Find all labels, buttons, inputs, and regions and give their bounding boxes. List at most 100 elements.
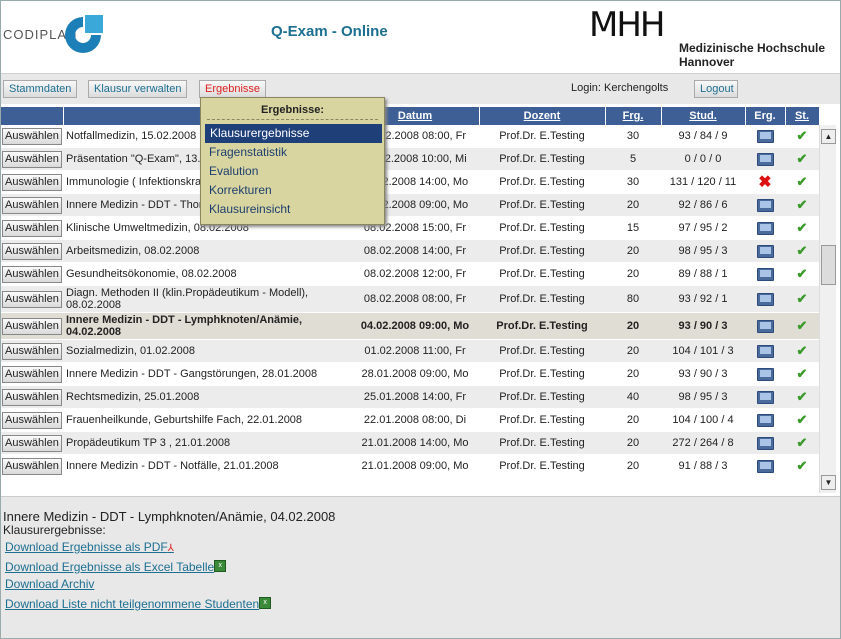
table-row[interactable]: Auswählen Arbeitsmedizin, 08.02.2008 08.02… [1,239,819,263]
table-row[interactable]: Auswählen Notfallmedizin, 15.02.2008 15.02… [1,125,819,148]
monitor-icon[interactable] [756,413,774,427]
results-cell[interactable] [745,454,785,478]
table-row[interactable]: Auswählen Präsentation "Q-Exam", 13.02.20… [1,147,819,171]
results-cell[interactable] [745,312,785,340]
klausur-verwalten-button[interactable]: Klausur verwalten [88,80,188,98]
monitor-icon[interactable] [756,459,774,473]
table-row[interactable]: Auswählen Diagn. Methoden II (klin.Propäd… [1,285,819,313]
monitor-icon[interactable] [756,344,774,358]
select-cell: Auswählen [1,239,63,263]
table-row[interactable]: Auswählen Innere Medizin - DDT - Notfälle… [1,454,819,478]
header-st[interactable]: St. [785,107,819,125]
monitor-icon[interactable] [756,198,774,212]
table-row[interactable]: Auswählen Frauenheilkunde, Geburtshilfe F… [1,408,819,432]
select-button[interactable]: Auswählen [2,265,62,283]
status-cell: ✔ [785,385,819,409]
nav-bar: Stammdaten Klausur verwalten Ergebnisse … [1,73,840,104]
scroll-down-icon[interactable]: ▼ [821,475,836,490]
exam-name: Rechtsmedizin, 25.01.2008 [63,385,351,409]
scroll-up-icon[interactable]: ▲ [821,129,836,144]
select-button[interactable]: Auswählen [2,242,62,260]
download-archiv-link[interactable]: Download Archiv [5,577,94,591]
results-cell[interactable] [745,125,785,148]
ergebnisse-button[interactable]: Ergebnisse [199,80,267,98]
select-button[interactable]: Auswählen [2,388,62,406]
results-cell[interactable] [745,193,785,217]
select-button[interactable]: Auswählen [2,317,62,335]
menu-item-evalution[interactable]: Evalution [201,162,384,181]
monitor-icon[interactable] [756,244,774,258]
table-row[interactable]: Auswählen Innere Medizin - DDT - Gangstör… [1,362,819,386]
table-scrollbar[interactable]: ▲ ▼ [819,125,836,493]
results-cell[interactable] [745,408,785,432]
header-stud[interactable]: Stud. [661,107,746,125]
exam-date: 21.01.2008 09:00, Mo [351,454,479,478]
table-row[interactable]: Auswählen Gesundheitsökonomie, 08.02.2008… [1,262,819,286]
scroll-thumb[interactable] [821,245,836,285]
no-results-x-icon[interactable]: ✖ [758,174,771,191]
excel-icon: x [259,597,272,609]
codiplan-logo-icon [65,15,103,53]
select-button[interactable]: Auswählen [2,150,62,168]
student-count: 131 / 120 / 11 [661,170,745,194]
table-row[interactable]: Auswählen Innere Medizin - DDT - Lymphkno… [1,312,819,340]
results-cell[interactable] [745,431,785,455]
header-dozent[interactable]: Dozent [479,107,606,125]
menu-item-korrekturen[interactable]: Korrekturen [201,181,384,200]
question-count: 20 [605,339,661,363]
results-cell[interactable] [745,385,785,409]
login-label: Login: Kerchengolts [571,82,669,94]
download-excel-label[interactable]: Download Ergebnisse als Excel Tabelle [5,560,214,574]
checkmark-icon: ✔ [796,266,808,281]
download-pdf-link[interactable]: Download Ergebnisse als PDF⅄ [5,540,174,554]
select-button[interactable]: Auswählen [2,173,62,191]
logout-button[interactable]: Logout [694,80,738,98]
results-cell[interactable]: ✖ [745,170,785,194]
monitor-icon[interactable] [756,292,774,306]
select-button[interactable]: Auswählen [2,342,62,360]
select-button[interactable]: Auswählen [2,219,62,237]
table-row[interactable]: Auswählen Innere Medizin - DDT - Thorax 11… [1,193,819,217]
header-erg[interactable]: Erg. [745,107,786,125]
table-row[interactable]: Auswählen Rechtsmedizin, 25.01.2008 25.01.… [1,385,819,409]
select-button[interactable]: Auswählen [2,196,62,214]
table-row[interactable]: Auswählen Sozialmedizin, 01.02.2008 01.02.… [1,339,819,363]
results-cell[interactable] [745,262,785,286]
monitor-icon[interactable] [756,221,774,235]
select-button[interactable]: Auswählen [2,411,62,429]
monitor-icon[interactable] [756,319,774,333]
download-pdf-label[interactable]: Download Ergebnisse als PDF [5,540,168,554]
results-cell[interactable] [745,216,785,240]
table-row[interactable]: Auswählen Immunologie ( Infektionskrankhe… [1,170,819,194]
select-button[interactable]: Auswählen [2,365,62,383]
download-absent-list-label[interactable]: Download Liste nicht teilgenommene Stude… [5,597,259,611]
download-excel-link[interactable]: Download Ergebnisse als Excel Tabelle x [5,560,227,574]
monitor-icon[interactable] [756,436,774,450]
results-cell[interactable] [745,147,785,171]
menu-item-klausurergebnisse[interactable]: Klausurergebnisse [205,124,382,143]
select-button[interactable]: Auswählen [2,127,62,145]
monitor-icon[interactable] [756,390,774,404]
monitor-icon[interactable] [756,267,774,281]
monitor-icon[interactable] [756,152,774,166]
table-row[interactable]: Auswählen Propädeutikum TP 3 , 21.01.2008… [1,431,819,455]
results-cell[interactable] [745,239,785,263]
results-cell[interactable] [745,362,785,386]
stammdaten-button[interactable]: Stammdaten [3,80,78,98]
monitor-icon[interactable] [756,367,774,381]
monitor-icon[interactable] [756,129,774,143]
header-frg[interactable]: Frg. [605,107,662,125]
select-cell: Auswählen [1,262,63,286]
results-cell[interactable] [745,339,785,363]
institution-name-line2: Hannover [679,55,735,69]
download-absent-list-link[interactable]: Download Liste nicht teilgenommene Stude… [5,597,272,611]
select-button[interactable]: Auswählen [2,434,62,452]
results-cell[interactable] [745,285,785,313]
table-row[interactable]: Auswählen Klinische Umweltmedizin, 08.02.… [1,216,819,240]
select-button[interactable]: Auswählen [2,457,62,475]
question-count: 20 [605,312,661,340]
select-button[interactable]: Auswählen [2,290,62,308]
menu-item-fragenstatistik[interactable]: Fragenstatistik [201,143,384,162]
menu-item-klausureinsicht[interactable]: Klausureinsicht [201,200,384,219]
exam-lecturer: Prof.Dr. E.Testing [479,312,605,340]
